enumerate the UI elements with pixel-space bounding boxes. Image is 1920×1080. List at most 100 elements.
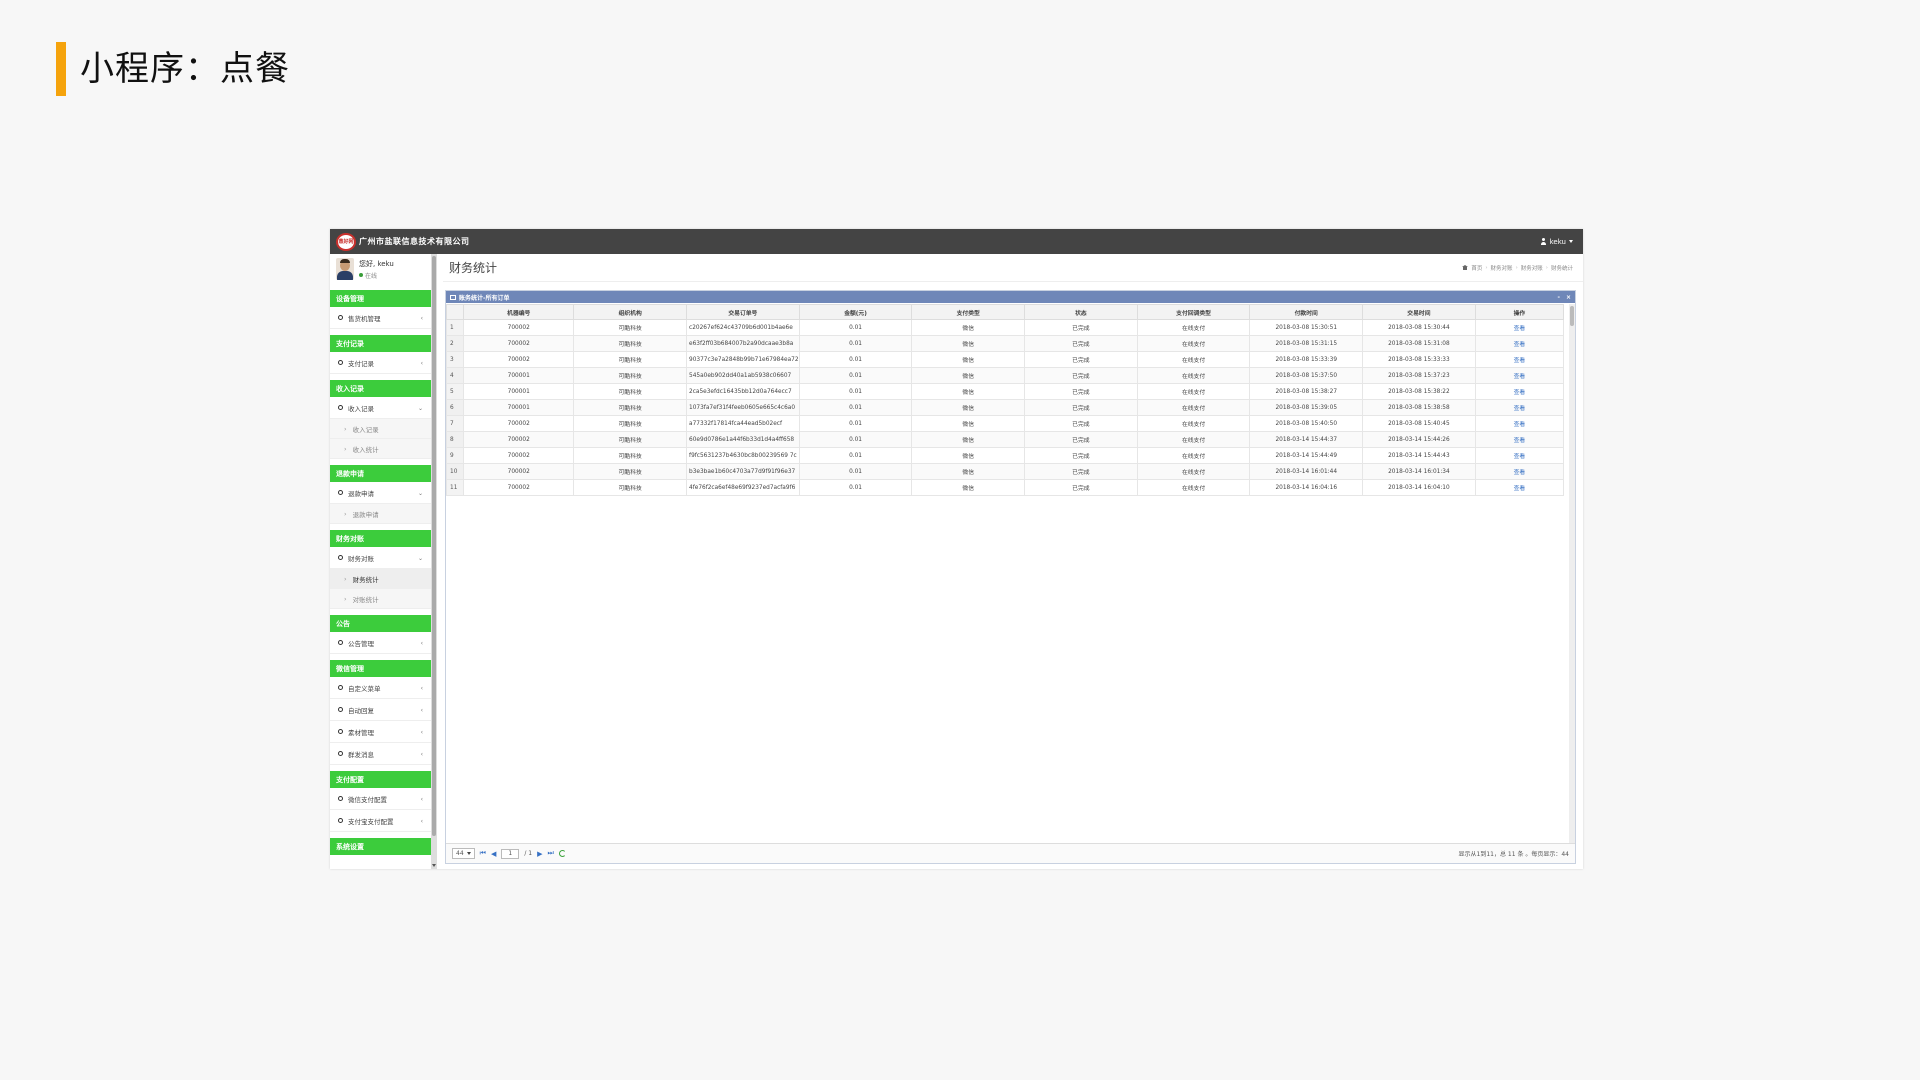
chevron-icon: ‹ [420,729,423,736]
column-header[interactable]: 组织机构 [573,304,688,320]
view-link[interactable]: 查看 [1514,454,1526,460]
sidebar-item[interactable]: 素材管理 ‹ [330,721,431,743]
view-link[interactable]: 查看 [1514,326,1526,332]
table-cell: 700002 [463,351,575,368]
scroll-down-arrow-icon[interactable] [432,864,436,867]
column-header[interactable]: 交易时间 [1362,304,1476,320]
view-link[interactable]: 查看 [1514,406,1526,412]
next-page-icon[interactable]: ▶ [537,850,542,858]
sidebar-item[interactable]: 微信支付配置 ‹ [330,788,431,810]
user-menu[interactable]: keku [1540,238,1573,246]
table-row[interactable]: 4 700001 可酷科技 545a0eb902dd40a1ab5938c06607 0… [446,367,1565,384]
grid-scrollbar[interactable] [1569,304,1575,844]
page-size-select[interactable]: 44 [452,848,475,859]
view-link[interactable]: 查看 [1514,470,1526,476]
table-cell: 已完成 [1024,447,1138,464]
table-cell: b3e3bae1b60c4703a77d9f91f96e37 [686,463,800,480]
sidebar-item[interactable]: 自动回复 ‹ [330,699,431,721]
view-link[interactable]: 查看 [1514,422,1526,428]
column-header[interactable]: 金额(元) [798,304,913,320]
table-cell: 0.01 [798,431,913,448]
page-number-input[interactable]: 1 [501,848,520,859]
table-cell: 查看 [1474,463,1565,480]
sidebar-section-header[interactable]: 设备管理 [330,290,431,307]
table-cell: 1073fa7ef31f4feeb0605e665c4c6a0 [686,399,800,416]
table-row[interactable]: 2 700002 可酷科技 e63f2ff03b684007b2a90dcaae3b8… [446,335,1565,352]
sidebar-subitem[interactable]: › 对账统计 [330,589,431,609]
column-header[interactable]: 支付类型 [911,304,1026,320]
table-cell: c20267ef624c43709b6d001b4ae6e [686,319,800,336]
breadcrumb-item[interactable]: 财务对账 [1521,264,1543,272]
sidebar-section-header[interactable]: 系统设置 [330,838,431,855]
sidebar-item[interactable]: 公告管理 ‹ [330,632,431,654]
table-row[interactable]: 1 700002 可酷科技 c20267ef624c43709b6d001b4ae6e… [446,319,1565,336]
sidebar-section-header[interactable]: 支付配置 [330,771,431,788]
view-link[interactable]: 查看 [1514,342,1526,348]
table-cell: 查看 [1474,335,1565,352]
breadcrumb-item[interactable]: 财务对账 [1491,264,1513,272]
prev-page-icon[interactable]: ◀ [491,850,496,858]
column-header[interactable]: 交易订单号 [686,304,800,320]
table-row[interactable]: 9 700002 可酷科技 f9fc5631237b4630bc8b00239569 … [446,447,1565,464]
view-link[interactable]: 查看 [1514,438,1526,444]
sidebar-item[interactable]: 退款申请 ⌄ [330,482,431,504]
breadcrumb-item[interactable]: 首页 [1471,264,1482,272]
refresh-icon[interactable] [558,850,566,857]
table-cell: 查看 [1474,431,1565,448]
table-row[interactable]: 10 700002 可酷科技 b3e3bae1b60c4703a77d9f91f96e… [446,463,1565,480]
main-content: 财务统计 首页 › 财务对账 › 财务对账 › 财务统计 账务统计-所有订单 -… [443,254,1583,869]
page-header: 财务统计 首页 › 财务对账 › 财务对账 › 财务统计 [443,254,1583,282]
sidebar-section-header[interactable]: 退款申请 [330,465,431,482]
row-number: 2 [446,335,465,352]
table-cell: 2018-03-14 16:01:34 [1362,463,1476,480]
column-header[interactable]: 状态 [1024,304,1138,320]
home-icon[interactable] [1462,265,1469,270]
table-cell: 查看 [1474,399,1565,416]
row-number: 7 [446,415,465,432]
sidebar-item[interactable]: 财务对账 ⌄ [330,547,431,569]
sidebar-item[interactable]: 售货机管理 ‹ [330,307,431,329]
view-link[interactable]: 查看 [1514,390,1526,396]
close-icon[interactable]: × [1566,294,1571,301]
orders-panel: 账务统计-所有订单 - × 机器编号 组织机构 交易订单号 金额(元) 支付类型 状态 支付… [445,290,1576,864]
column-header[interactable]: 支付回调类型 [1136,304,1251,320]
sidebar-item[interactable]: 群发消息 ‹ [330,743,431,765]
collapse-icon[interactable]: - [1557,294,1560,301]
table-cell: 微信 [911,335,1026,352]
sidebar-scrollbar[interactable] [431,254,437,869]
table-cell: 2018-03-14 15:44:49 [1249,447,1364,464]
sidebar-item[interactable]: 自定义菜单 ‹ [330,677,431,699]
circle-icon [338,555,343,560]
sidebar-subitem[interactable]: › 收入统计 [330,439,431,459]
sidebar-section-header[interactable]: 微信管理 [330,660,431,677]
view-link[interactable]: 查看 [1514,358,1526,364]
sidebar-section-header[interactable]: 支付记录 [330,335,431,352]
sidebar-subitem[interactable]: › 退款申请 [330,504,431,524]
sidebar-item[interactable]: 支付宝支付配置 ‹ [330,810,431,832]
table-row[interactable]: 8 700002 可酷科技 60e9d0786e1a44f6b33d1d4a4ff65… [446,431,1565,448]
table-row[interactable]: 3 700002 可酷科技 90377c3e7a2848b99b71e67984ea7… [446,351,1565,368]
table-row[interactable]: 7 700002 可酷科技 a77332f17814fca44ead5b02ecf 0.… [446,415,1565,432]
table-cell: 2018-03-08 15:33:39 [1249,351,1364,368]
view-link[interactable]: 查看 [1514,486,1526,492]
first-page-icon[interactable]: ⏮ [480,849,486,858]
sidebar-item[interactable]: 支付记录 ‹ [330,352,431,374]
column-header[interactable]: 机器编号 [463,304,575,320]
sidebar-item[interactable]: 收入记录 ⌄ [330,397,431,419]
table-row[interactable]: 5 700001 可酷科技 2ca5e3efdc16435bb12d0a764ecc7… [446,383,1565,400]
view-link[interactable]: 查看 [1514,374,1526,380]
row-number: 11 [446,479,465,496]
profile-status: 在线 [365,272,378,280]
sidebar-section-header[interactable]: 收入记录 [330,380,431,397]
table-cell: 已完成 [1024,463,1138,480]
column-header[interactable]: 付款时间 [1249,304,1364,320]
sidebar-section-header[interactable]: 公告 [330,615,431,632]
sidebar-subitem[interactable]: › 收入记录 [330,419,431,439]
table-row[interactable]: 11 700002 可酷科技 4fe76f2ca6ef48e69f9237ed7acf… [446,479,1565,496]
sidebar-section-header[interactable]: 财务对账 [330,530,431,547]
table-row[interactable]: 6 700001 可酷科技 1073fa7ef31f4feeb0605e665c4c6… [446,399,1565,416]
sidebar-subitem[interactable]: › 财务统计 [330,569,431,589]
column-header[interactable]: 操作 [1474,304,1565,320]
table-cell: 700002 [463,319,575,336]
last-page-icon[interactable]: ⏭ [547,849,553,858]
